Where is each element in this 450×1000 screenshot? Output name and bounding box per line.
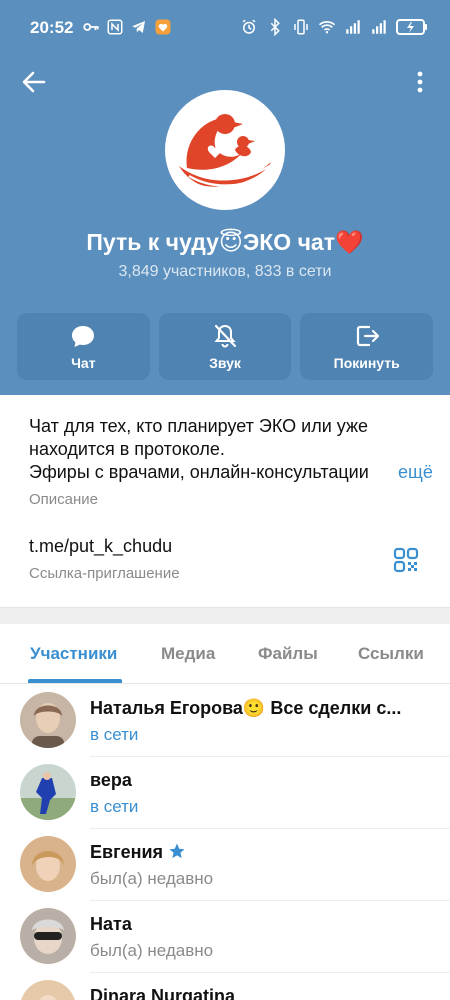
star-icon	[169, 843, 185, 859]
action-buttons: Чат Звук Покинуть	[17, 313, 434, 380]
avatar	[20, 908, 76, 964]
description-text[interactable]: Чат для тех, кто планирует ЭКО или уже н…	[29, 415, 429, 461]
vibrate-icon	[294, 19, 308, 35]
description-line-2: находится в протоколе.	[29, 439, 225, 459]
status-left-icons	[82, 18, 172, 36]
avatar	[20, 764, 76, 820]
key-icon	[83, 23, 99, 31]
status-right-icons	[240, 18, 428, 36]
description-label: Описание	[29, 491, 99, 508]
list-item[interactable]: Dinara Nurgatina	[0, 973, 450, 1000]
battery-icon	[396, 19, 427, 35]
tab-links[interactable]: Ссылки	[358, 644, 424, 664]
signal-icon	[372, 20, 386, 34]
leave-button-label: Покинуть	[333, 355, 400, 371]
member-name: Евгения	[90, 842, 186, 863]
group-avatar[interactable]	[165, 90, 285, 210]
description-line-1: Чат для тех, кто планирует ЭКО или уже	[29, 416, 369, 436]
description-more-link[interactable]: ещё	[382, 461, 433, 484]
telegram-icon	[132, 21, 145, 33]
alarm-icon	[242, 19, 256, 34]
avatar	[20, 980, 76, 1000]
signal-icon	[346, 20, 360, 34]
section-divider	[0, 607, 450, 624]
more-vertical-icon[interactable]	[410, 68, 430, 96]
member-name: Ната	[90, 914, 132, 934]
sound-button[interactable]: Звук	[158, 313, 292, 380]
member-status: в сети	[90, 797, 139, 816]
group-title: Путь к чуду😇ЭКО чат❤️	[86, 229, 364, 255]
list-item[interactable]: Ната был(а) недавно	[0, 901, 450, 973]
wifi-icon	[318, 21, 336, 34]
profile-tabs: Участники Медиа Файлы Ссылки	[0, 624, 450, 684]
member-status: был(а) недавно	[90, 941, 214, 960]
tab-files[interactable]: Файлы	[258, 644, 318, 664]
invite-link-label: Ссылка-приглашение	[29, 565, 180, 582]
back-arrow-icon[interactable]	[20, 68, 48, 96]
bell-off-icon	[214, 324, 237, 348]
chat-button[interactable]: Чат	[17, 313, 150, 380]
leave-button[interactable]: Покинуть	[300, 313, 434, 380]
group-info: Чат для тех, кто планирует ЭКО или уже н…	[0, 395, 450, 607]
member-name: Наталья Егорова🙂 Все сделки с...	[90, 698, 402, 718]
qr-code-icon[interactable]	[393, 547, 419, 573]
status-bar: 20:52	[0, 0, 450, 56]
active-tab-indicator	[28, 679, 122, 683]
list-item[interactable]: Евгения был(а) недавно	[0, 829, 450, 901]
list-item[interactable]: Наталья Егорова🙂 Все сделки с... в сети	[0, 685, 450, 757]
chat-button-label: Чат	[71, 355, 96, 371]
invite-link[interactable]: t.me/put_k_chudu	[29, 536, 172, 557]
leave-icon	[356, 325, 379, 347]
member-status: был(а) недавно	[90, 869, 214, 888]
app-notification-icon	[155, 19, 171, 35]
avatar	[20, 836, 76, 892]
bluetooth-icon	[270, 18, 280, 36]
sound-button-label: Звук	[209, 355, 241, 371]
description-line-3: Эфиры с врачами, онлайн-консультации	[29, 462, 369, 482]
avatar	[20, 692, 76, 748]
member-name: Dinara Nurgatina	[90, 986, 236, 1000]
list-item[interactable]: вера в сети	[0, 757, 450, 829]
chat-icon	[72, 326, 95, 347]
member-name: вера	[90, 770, 132, 790]
tab-media[interactable]: Медиа	[161, 644, 215, 664]
status-time: 20:52	[30, 18, 74, 37]
tab-members[interactable]: Участники	[30, 644, 117, 664]
bird-logo-icon	[179, 114, 271, 187]
nfc-icon	[107, 19, 123, 35]
member-status: в сети	[90, 725, 139, 744]
chat-header: 20:52 Путь к чуду😇ЭКО чат❤️ 3,849 участн…	[0, 0, 450, 395]
group-member-count: 3,849 участников, 833 в сети	[118, 263, 332, 280]
